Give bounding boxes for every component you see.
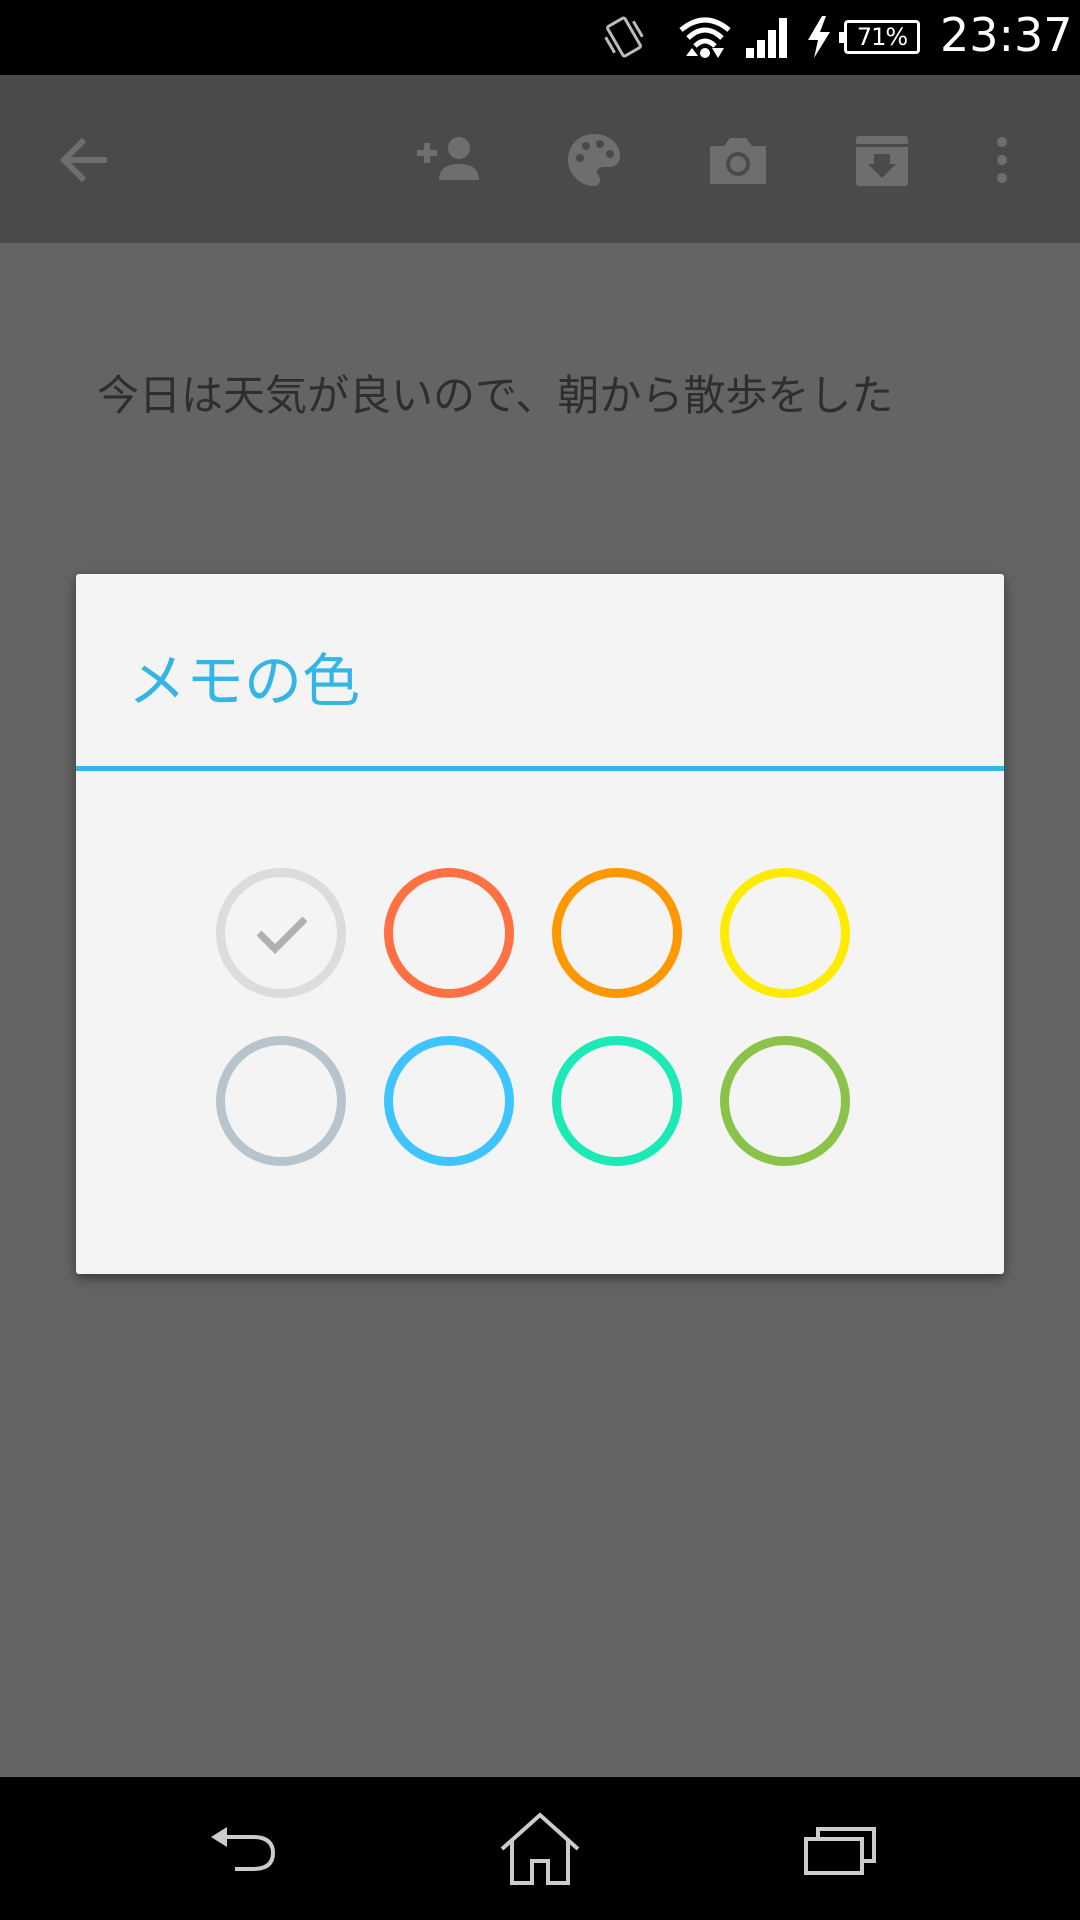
charging-icon xyxy=(808,16,830,58)
palette-icon xyxy=(568,134,620,186)
color-swatch-grid xyxy=(76,574,1004,1274)
palette-button[interactable] xyxy=(554,120,634,200)
color-swatch-green[interactable] xyxy=(720,1036,850,1166)
battery-level: 71% xyxy=(856,23,908,51)
toolbar xyxy=(0,75,1080,243)
back-button[interactable] xyxy=(44,120,124,200)
add-collaborator-button[interactable] xyxy=(410,120,490,200)
color-swatch-white[interactable] xyxy=(216,868,346,998)
color-swatch-red[interactable] xyxy=(384,868,514,998)
screen: 71% 23:37 今日は天気が良いので、朝から散歩をした メモの色 xyxy=(0,0,1080,1920)
nav-home-icon xyxy=(500,1812,580,1885)
nav-recents-icon xyxy=(804,1827,876,1875)
color-swatch-gray[interactable] xyxy=(216,1036,346,1166)
nav-back-button[interactable] xyxy=(188,1799,298,1899)
nav-bar xyxy=(0,1777,1080,1920)
note-text[interactable]: 今日は天気が良いので、朝から散歩をした xyxy=(97,363,977,429)
battery-icon: 71% xyxy=(839,20,920,54)
color-swatch-teal[interactable] xyxy=(552,1036,682,1166)
archive-button[interactable] xyxy=(842,120,922,200)
checkmark-icon xyxy=(256,916,308,954)
clock: 23:37 xyxy=(940,8,1073,62)
camera-icon xyxy=(710,138,766,184)
camera-button[interactable] xyxy=(698,120,778,200)
signal-icon xyxy=(746,18,787,58)
status-bar: 71% 23:37 xyxy=(0,0,1080,75)
more-options-button[interactable] xyxy=(962,120,1042,200)
vibrate-icon xyxy=(604,16,644,58)
nav-home-button[interactable] xyxy=(485,1799,595,1899)
note-color-dialog: メモの色 xyxy=(76,574,1004,1274)
color-swatch-yellow[interactable] xyxy=(720,868,850,998)
archive-icon xyxy=(856,136,908,186)
add-collaborator-icon xyxy=(417,137,479,180)
color-swatch-blue[interactable] xyxy=(384,1036,514,1166)
color-swatch-orange[interactable] xyxy=(552,868,682,998)
wifi-icon xyxy=(679,17,731,58)
nav-recents-button[interactable] xyxy=(785,1799,895,1899)
nav-back-icon xyxy=(211,1827,276,1871)
more-vert-icon xyxy=(997,137,1007,183)
back-arrow-icon xyxy=(59,137,107,183)
